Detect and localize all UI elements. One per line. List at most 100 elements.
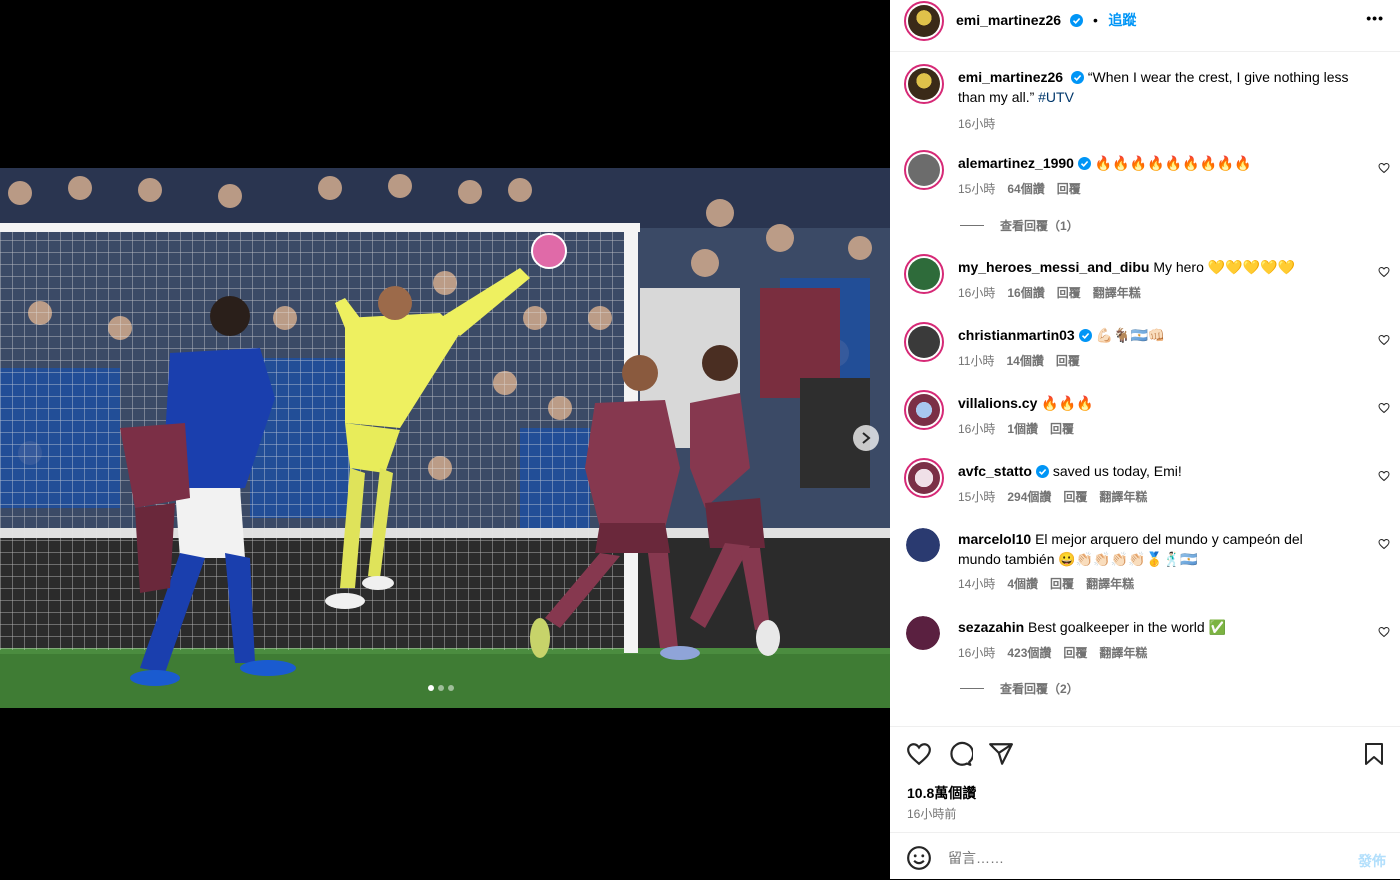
heart-icon[interactable]	[1378, 334, 1390, 346]
comment-likes[interactable]: 64個讚	[1007, 182, 1044, 196]
username-link[interactable]: emi_martinez26	[956, 12, 1061, 28]
view-replies-button[interactable]: 查看回覆（1）	[960, 217, 1079, 234]
verified-badge-icon	[1035, 465, 1049, 478]
comment-username[interactable]: sezazahin	[958, 619, 1024, 635]
more-options-button[interactable]: •••	[1366, 10, 1384, 26]
hashtag-link[interactable]: #UTV	[1038, 89, 1074, 105]
comment-username[interactable]: marcelol10	[958, 531, 1031, 547]
reply-button[interactable]: 回覆	[1056, 354, 1080, 368]
comment-username[interactable]: alemartinez_1990	[958, 155, 1074, 171]
avatar[interactable]	[904, 64, 944, 104]
comment-text: Best goalkeeper in the world ✅	[1028, 619, 1227, 635]
comment-likes[interactable]: 4個讚	[1007, 577, 1038, 591]
separator-dot: •	[1092, 12, 1098, 28]
comments-list[interactable]: emi_martinez26 “When I wear the crest, I…	[890, 52, 1400, 726]
verified-badge-icon	[1077, 157, 1091, 170]
comment-username[interactable]: christianmartin03	[958, 327, 1075, 343]
verified-badge-icon	[1069, 14, 1083, 27]
post-actions: 10.8萬個讚 16小時前	[890, 726, 1400, 833]
next-photo-button[interactable]	[853, 425, 879, 451]
post-timestamp[interactable]: 16小時前	[907, 805, 956, 822]
comment-username[interactable]: villalions.cy	[958, 395, 1037, 411]
carousel-dot	[438, 685, 444, 691]
divider	[960, 688, 984, 689]
verified-badge-icon	[1070, 71, 1084, 84]
heart-icon[interactable]	[1378, 538, 1390, 550]
comment-time: 15小時	[958, 489, 996, 504]
reply-button[interactable]: 回覆	[1057, 182, 1081, 196]
heart-icon[interactable]	[1378, 402, 1390, 414]
reply-button[interactable]: 回覆	[1057, 286, 1081, 300]
football-photo	[0, 168, 890, 708]
translate-button[interactable]: 翻譯年糕	[1093, 286, 1141, 300]
caption-body: emi_martinez26 “When I wear the crest, I…	[958, 68, 1378, 132]
avatar[interactable]	[904, 150, 944, 190]
heart-icon[interactable]	[1378, 626, 1390, 638]
translate-button[interactable]: 翻譯年糕	[1086, 577, 1134, 591]
translate-button[interactable]: 翻譯年糕	[1099, 646, 1147, 660]
comment-text: saved us today, Emi!	[1052, 463, 1182, 479]
like-count[interactable]: 10.8萬個讚	[907, 783, 976, 803]
comment-time: 11小時	[958, 353, 995, 368]
comment-bubble-icon[interactable]	[947, 741, 973, 767]
reply-button[interactable]: 回覆	[1050, 577, 1074, 591]
post-comment-button[interactable]: 發佈	[1358, 851, 1386, 871]
like-heart-icon[interactable]	[906, 741, 932, 767]
comment-text: 🔥🔥🔥	[1041, 395, 1094, 411]
heart-icon[interactable]	[1378, 470, 1390, 482]
view-replies-label: 查看回覆（1）	[1000, 219, 1079, 233]
follow-button[interactable]: 追蹤	[1108, 12, 1136, 28]
heart-icon[interactable]	[1378, 162, 1390, 174]
header-user: emi_martinez26 • 追蹤	[956, 10, 1136, 30]
comment-time: 16小時	[958, 645, 996, 660]
reply-button[interactable]: 回覆	[1063, 490, 1087, 504]
translate-button[interactable]: 翻譯年糕	[1099, 490, 1147, 504]
emoji-icon[interactable]	[906, 845, 932, 871]
comment-body: marcelol10 El mejor arquero del mundo y …	[958, 530, 1338, 592]
comment-body: sezazahin Best goalkeeper in the world ✅…	[958, 618, 1338, 661]
comment-text: 🔥🔥🔥🔥🔥🔥🔥🔥🔥	[1094, 155, 1252, 171]
media-viewer	[0, 0, 890, 879]
view-replies-label: 查看回覆（2）	[1000, 682, 1079, 696]
comment-body: alemartinez_1990 🔥🔥🔥🔥🔥🔥🔥🔥🔥 15小時 64個讚 回覆	[958, 154, 1338, 197]
avatar[interactable]	[904, 254, 944, 294]
comment-input[interactable]	[946, 847, 1330, 869]
comment-likes[interactable]: 14個讚	[1006, 354, 1043, 368]
post-side-panel: emi_martinez26 • 追蹤 ••• emi_martinez26 “…	[890, 0, 1400, 879]
avatar[interactable]	[906, 616, 940, 650]
post-photo	[0, 168, 890, 708]
comment-body: villalions.cy 🔥🔥🔥 16小時 1個讚 回覆	[958, 394, 1338, 437]
avatar[interactable]	[904, 322, 944, 362]
reply-button[interactable]: 回覆	[1063, 646, 1087, 660]
comment-text: 💪🏻🐐🇦🇷👊🏻	[1095, 327, 1166, 343]
heart-icon[interactable]	[1378, 266, 1390, 278]
comment-likes[interactable]: 1個讚	[1007, 422, 1038, 436]
caption-username[interactable]: emi_martinez26	[958, 69, 1063, 85]
carousel-dot	[428, 685, 434, 691]
bookmark-icon[interactable]	[1362, 741, 1386, 767]
share-send-icon[interactable]	[988, 741, 1014, 767]
comment-username[interactable]: avfc_statto	[958, 463, 1032, 479]
add-comment-bar: 發佈	[890, 832, 1400, 880]
avatar[interactable]	[906, 528, 940, 562]
avatar[interactable]	[904, 1, 944, 41]
caption-time: 16小時	[958, 117, 996, 131]
avatar[interactable]	[904, 458, 944, 498]
chevron-right-icon	[862, 432, 871, 444]
comment-body: christianmartin03 💪🏻🐐🇦🇷👊🏻 11小時 14個讚 回覆	[958, 326, 1338, 369]
avatar[interactable]	[904, 390, 944, 430]
verified-badge-icon	[1078, 329, 1092, 342]
comment-likes[interactable]: 423個讚	[1007, 646, 1051, 660]
carousel-indicator	[428, 685, 454, 691]
reply-button[interactable]: 回覆	[1050, 422, 1074, 436]
comment-username[interactable]: my_heroes_messi_and_dibu	[958, 259, 1149, 275]
view-replies-button[interactable]: 查看回覆（2）	[960, 680, 1079, 697]
comment-time: 16小時	[958, 421, 996, 436]
comment-text: My hero 💛💛💛💛💛	[1153, 259, 1295, 275]
comment-likes[interactable]: 16個讚	[1007, 286, 1044, 300]
divider	[960, 225, 984, 226]
comment-time: 15小時	[958, 181, 996, 196]
comment-time: 16小時	[958, 285, 996, 300]
post-header: emi_martinez26 • 追蹤 •••	[890, 0, 1400, 52]
comment-likes[interactable]: 294個讚	[1007, 490, 1051, 504]
